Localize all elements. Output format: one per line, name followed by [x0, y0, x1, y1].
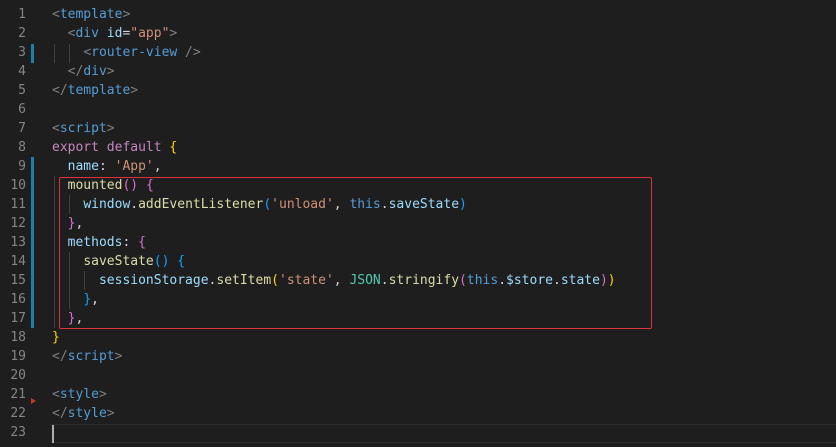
- code-token: </: [52, 406, 68, 421]
- line-number: 13: [10, 235, 26, 250]
- line-code: </style>: [52, 404, 115, 423]
- code-token: router-view: [91, 45, 178, 60]
- line-number: 8: [18, 140, 26, 155]
- line-number: 3: [18, 45, 26, 60]
- line-number: 23: [10, 425, 26, 440]
- code-line[interactable]: 19 </script>: [0, 347, 836, 366]
- code-line[interactable]: 8 export default {: [0, 138, 836, 157]
- code-line[interactable]: 7 <script>: [0, 119, 836, 138]
- code-token: }: [52, 330, 60, 345]
- code-token: 'App': [114, 159, 154, 174]
- code-token: name: [67, 159, 99, 174]
- highlight-box: [59, 177, 652, 329]
- code-line[interactable]: 5 </template>: [0, 81, 836, 100]
- code-token: :: [98, 159, 115, 174]
- line-number: 1: [18, 7, 26, 22]
- code-line[interactable]: 2 <div id="app">: [0, 24, 836, 43]
- code-line[interactable]: 6: [0, 100, 836, 119]
- code-token: template: [67, 83, 131, 98]
- line-number: 20: [10, 368, 26, 383]
- code-token: export: [52, 140, 99, 155]
- line-number: 17: [10, 311, 26, 326]
- code-line[interactable]: 23: [0, 423, 836, 442]
- code-token: style: [67, 406, 107, 421]
- code-token: "app": [130, 26, 170, 41]
- line-number: 14: [10, 254, 26, 269]
- code-line[interactable]: 20: [0, 366, 836, 385]
- line-number: 2: [18, 26, 26, 41]
- line-number: 12: [10, 216, 26, 231]
- line-code: name: 'App',: [52, 157, 162, 176]
- line-number: 19: [10, 349, 26, 364]
- line-code: <div id="app">: [52, 24, 178, 43]
- code-token: >: [106, 406, 115, 421]
- line-number: 6: [18, 102, 26, 117]
- text-cursor: [52, 425, 54, 443]
- code-token: template: [59, 7, 123, 22]
- code-token: </: [52, 83, 68, 98]
- code-line[interactable]: 18}: [0, 328, 836, 347]
- line-number: 7: [18, 121, 26, 136]
- top-edge: [0, 0, 836, 4]
- line-number: 4: [18, 64, 26, 79]
- line-code: export default {: [52, 138, 177, 157]
- code-token: <: [83, 45, 92, 60]
- code-token: <: [52, 121, 60, 136]
- code-token: script: [67, 349, 115, 364]
- line-number: 18: [10, 330, 26, 345]
- code-token: id: [106, 26, 123, 41]
- line-number: 10: [10, 178, 26, 193]
- line-code: <script>: [52, 119, 115, 138]
- code-line[interactable]: 21 <style>: [0, 385, 836, 404]
- line-code: </template>: [52, 81, 138, 100]
- code-line[interactable]: 1 <template>: [0, 5, 836, 24]
- code-token: <: [52, 7, 60, 22]
- code-token: >: [114, 349, 123, 364]
- code-token: </: [67, 64, 84, 79]
- code-token: >: [130, 83, 139, 98]
- code-line[interactable]: 4 </div>: [0, 62, 836, 81]
- code-line[interactable]: 22 </style>: [0, 404, 836, 423]
- code-token: style: [59, 387, 99, 402]
- line-code: <template>: [52, 5, 130, 24]
- code-token: {: [169, 140, 178, 155]
- line-number: 21: [10, 387, 26, 402]
- code-token: ,: [153, 159, 162, 174]
- line-number: 22: [10, 406, 26, 421]
- line-number: 9: [18, 159, 26, 174]
- code-line[interactable]: 3 <router-view />: [0, 43, 836, 62]
- code-token: />: [177, 45, 201, 60]
- line-number: 16: [10, 292, 26, 307]
- code-token: script: [59, 121, 107, 136]
- code-token: </: [52, 349, 68, 364]
- code-token: >: [122, 7, 131, 22]
- line-number: 15: [10, 273, 26, 288]
- line-number: 11: [10, 197, 26, 212]
- code-token: <: [52, 387, 60, 402]
- line-code: </div>: [52, 62, 115, 81]
- code-token: >: [106, 64, 115, 79]
- code-token: >: [169, 26, 178, 41]
- line-code: }: [52, 328, 60, 347]
- line-code: <style>: [52, 385, 107, 404]
- code-line[interactable]: 9 name: 'App',: [0, 157, 836, 176]
- line-code: <router-view />: [52, 43, 201, 62]
- line-number: 5: [18, 83, 26, 98]
- code-token: div: [75, 26, 99, 41]
- code-token: div: [83, 64, 107, 79]
- line-code: </script>: [52, 347, 122, 366]
- code-token: >: [98, 387, 107, 402]
- code-token: >: [106, 121, 115, 136]
- code-token: default: [106, 140, 162, 155]
- code-editor[interactable]: 1 <template> 2 <div id="app"> 3 <router-vie…: [0, 0, 836, 447]
